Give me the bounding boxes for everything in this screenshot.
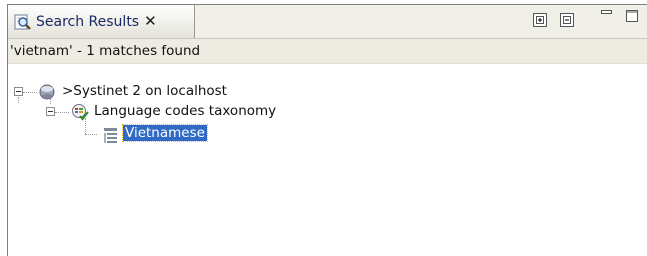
tree-connector — [23, 92, 37, 93]
expand-all-button[interactable] — [533, 13, 547, 27]
minimize-icon — [600, 9, 614, 23]
matches-found-text: 'vietnam' - 1 matches found — [10, 43, 201, 59]
tree-connector — [18, 97, 19, 103]
maximize-button[interactable] — [625, 9, 639, 23]
collapse-all-button[interactable] — [560, 13, 574, 27]
node-label-taxonomy[interactable]: Language codes taxonomy — [94, 103, 276, 119]
tree-connector — [55, 112, 69, 113]
taxonomy-checked-icon — [71, 103, 89, 121]
search-status-bar: 'vietnam' - 1 matches found — [8, 39, 647, 64]
maximize-icon — [625, 9, 639, 23]
node-label-vietnamese[interactable]: Vietnamese — [122, 124, 208, 142]
search-results-view: Search Results ✕ 'vietnam' - 1 matches f… — [7, 4, 647, 256]
close-icon[interactable]: ✕ — [144, 14, 157, 29]
category-list-icon — [102, 126, 120, 144]
search-results-icon — [14, 13, 32, 31]
registry-server-icon — [38, 83, 56, 101]
view-tab-bar: Search Results ✕ — [8, 5, 647, 39]
minimize-button[interactable] — [600, 9, 614, 23]
tab-search-results[interactable]: Search Results ✕ — [8, 5, 195, 38]
tree-connector — [85, 134, 97, 135]
collapse-all-icon — [560, 13, 574, 27]
tab-title: Search Results — [36, 13, 140, 30]
collapse-toggle-icon[interactable] — [14, 87, 23, 96]
expand-all-icon — [533, 13, 547, 27]
node-label-server[interactable]: >Systinet 2 on localhost — [62, 83, 227, 99]
collapse-toggle-icon[interactable] — [46, 107, 55, 116]
